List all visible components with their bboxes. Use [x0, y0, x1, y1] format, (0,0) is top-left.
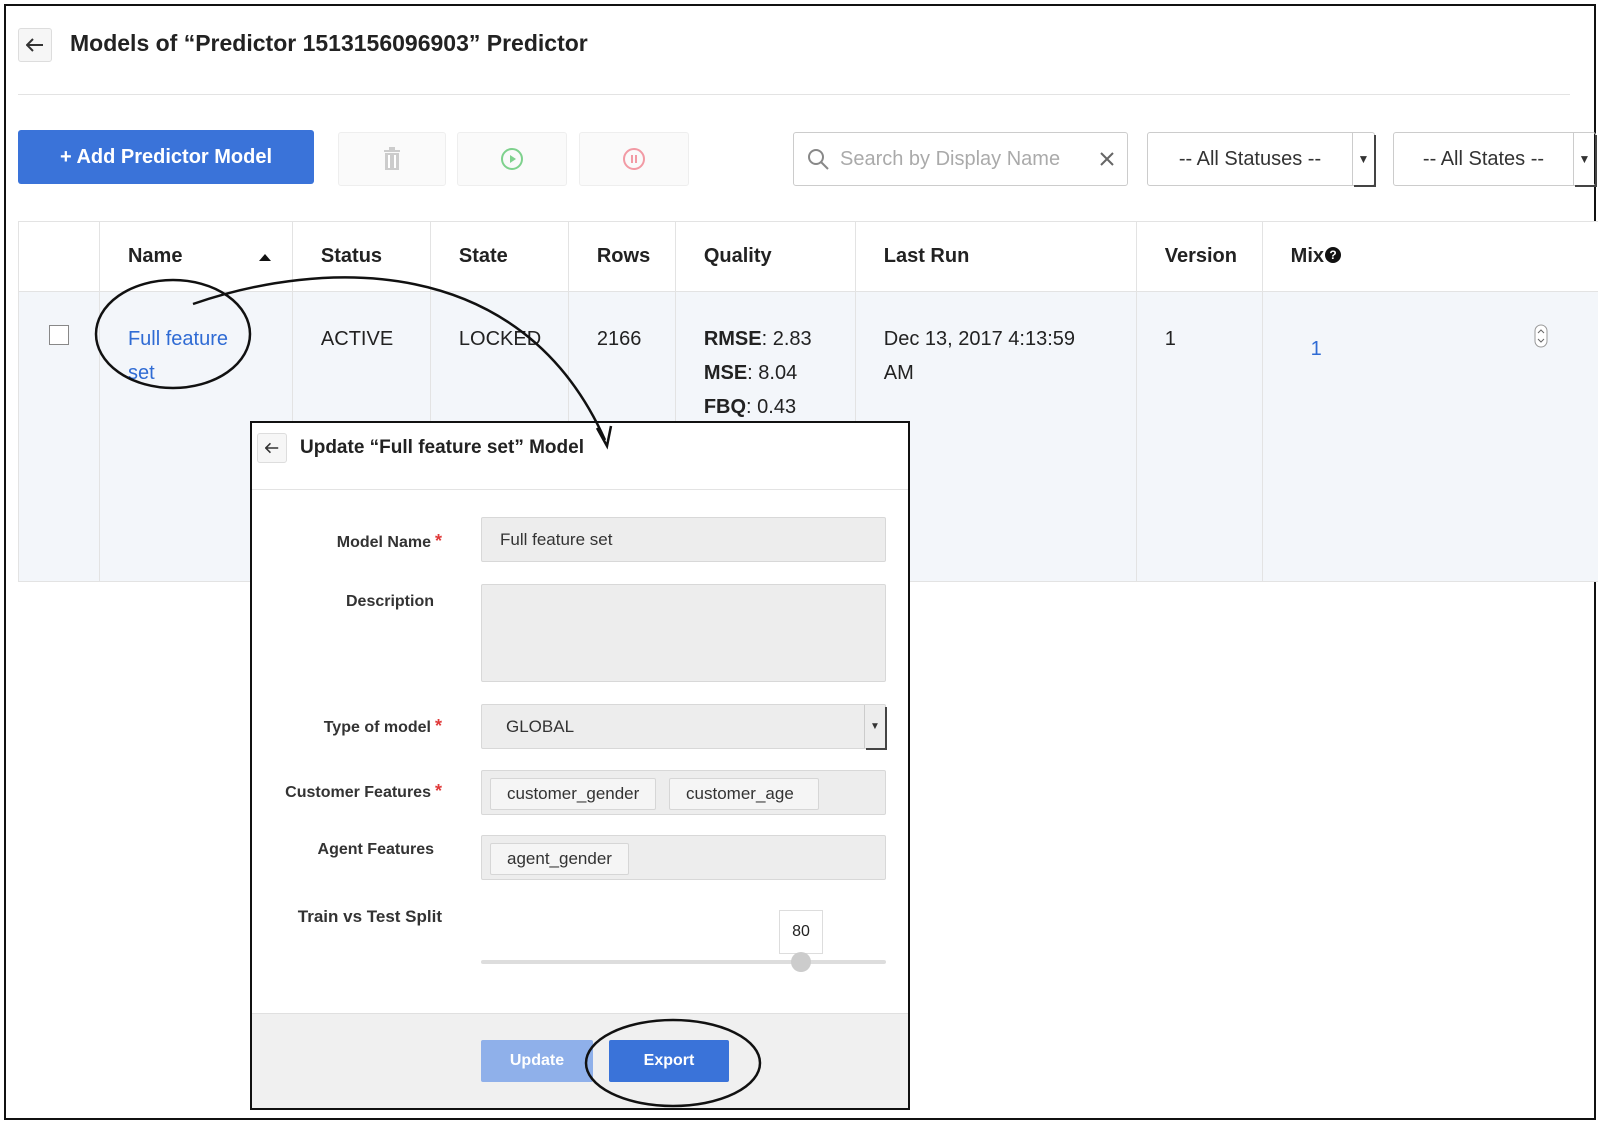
column-header-version[interactable]: Version — [1135, 221, 1263, 292]
quality-metric: MSE: 8.04 — [703, 362, 798, 384]
page-title: Models of “Predictor 1513156096903” Pred… — [70, 30, 588, 56]
row-select-cell — [18, 291, 100, 582]
arrow-left-icon — [26, 38, 43, 52]
delete-button[interactable] — [338, 132, 446, 186]
column-header-rows[interactable]: Rows — [567, 221, 676, 292]
type-of-model-select[interactable]: GLOBAL ▼ — [481, 704, 886, 749]
split-slider-handle[interactable] — [791, 952, 811, 972]
arrow-left-icon — [265, 442, 279, 454]
row-checkbox[interactable] — [49, 325, 69, 345]
run-button[interactable] — [457, 132, 567, 186]
description-label: Description — [345, 593, 434, 610]
back-button[interactable] — [18, 28, 52, 62]
quality-metric: RMSE: 2.83 — [703, 328, 812, 350]
chevron-down-icon: ▼ — [864, 705, 885, 748]
sort-ascending-icon[interactable] — [258, 252, 272, 262]
state-filter-value: -- All States -- — [1422, 147, 1545, 170]
search-input[interactable]: Search by Display Name — [793, 132, 1128, 186]
status-filter-value: -- All Statuses -- — [1178, 147, 1322, 170]
stepper-icon[interactable] — [1534, 324, 1548, 348]
agent-features-field[interactable]: agent_gender — [481, 835, 886, 880]
agent-features-label: Agent Features — [317, 841, 434, 858]
search-placeholder: Search by Display Name — [840, 147, 1061, 170]
svg-text:?: ? — [1329, 248, 1336, 262]
add-predictor-model-button[interactable]: + Add Predictor Model — [18, 130, 314, 184]
feature-chip[interactable]: customer_gender — [490, 778, 657, 810]
quality-metric: FBQ: 0.43 — [703, 396, 797, 418]
split-value-tooltip: 80 — [779, 910, 823, 954]
model-name-field[interactable]: Full feature set — [481, 517, 886, 562]
play-circle-icon — [501, 148, 523, 170]
train-test-split-label: Train vs Test Split — [297, 907, 442, 926]
column-header-quality[interactable]: Quality — [674, 221, 856, 292]
feature-chip[interactable]: agent_gender — [490, 843, 629, 875]
state-filter-select[interactable]: -- All States -- ▼ — [1393, 132, 1596, 186]
update-model-dialog: Update “Full feature set” Model Model Na… — [250, 421, 910, 1110]
search-icon — [808, 149, 829, 170]
clear-icon[interactable] — [1099, 151, 1115, 167]
dialog-footer: Update Export — [252, 1013, 908, 1108]
chevron-down-icon: ▼ — [1352, 133, 1374, 185]
dialog-back-button[interactable] — [257, 433, 287, 463]
model-name-label: Model Name * — [336, 531, 442, 551]
mix-cell: 1 — [1261, 291, 1598, 582]
column-header-status[interactable]: Status — [291, 221, 431, 292]
header-divider — [18, 94, 1570, 95]
chevron-down-icon: ▼ — [1573, 133, 1595, 185]
status-filter-select[interactable]: -- All Statuses -- ▼ — [1147, 132, 1375, 186]
export-button[interactable]: Export — [609, 1040, 729, 1082]
column-header-name[interactable]: Name — [98, 221, 293, 292]
description-field[interactable] — [481, 584, 886, 682]
select-column-header — [18, 221, 100, 292]
dialog-divider — [252, 489, 908, 490]
update-button[interactable]: Update — [481, 1040, 593, 1082]
feature-chip[interactable]: customer_age — [669, 778, 819, 810]
pause-button[interactable] — [579, 132, 689, 186]
customer-features-label: Customer Features * — [285, 781, 442, 801]
dialog-title: Update “Full feature set” Model — [300, 437, 584, 458]
customer-features-field[interactable]: customer_gender customer_age — [481, 770, 886, 815]
trash-icon — [384, 147, 400, 170]
pause-circle-icon — [623, 148, 645, 170]
version-cell: 1 — [1135, 291, 1263, 582]
column-header-last-run[interactable]: Last Run — [854, 221, 1137, 292]
split-slider-track[interactable] — [481, 952, 886, 972]
column-header-mix[interactable]: Mix? — [1261, 221, 1598, 292]
model-name-link[interactable]: Full feature set — [128, 322, 238, 390]
column-header-state[interactable]: State — [429, 221, 569, 292]
type-of-model-label: Type of model * — [323, 716, 442, 736]
help-icon[interactable]: ? — [1324, 246, 1342, 264]
mix-value[interactable]: 1 — [1311, 338, 1322, 360]
